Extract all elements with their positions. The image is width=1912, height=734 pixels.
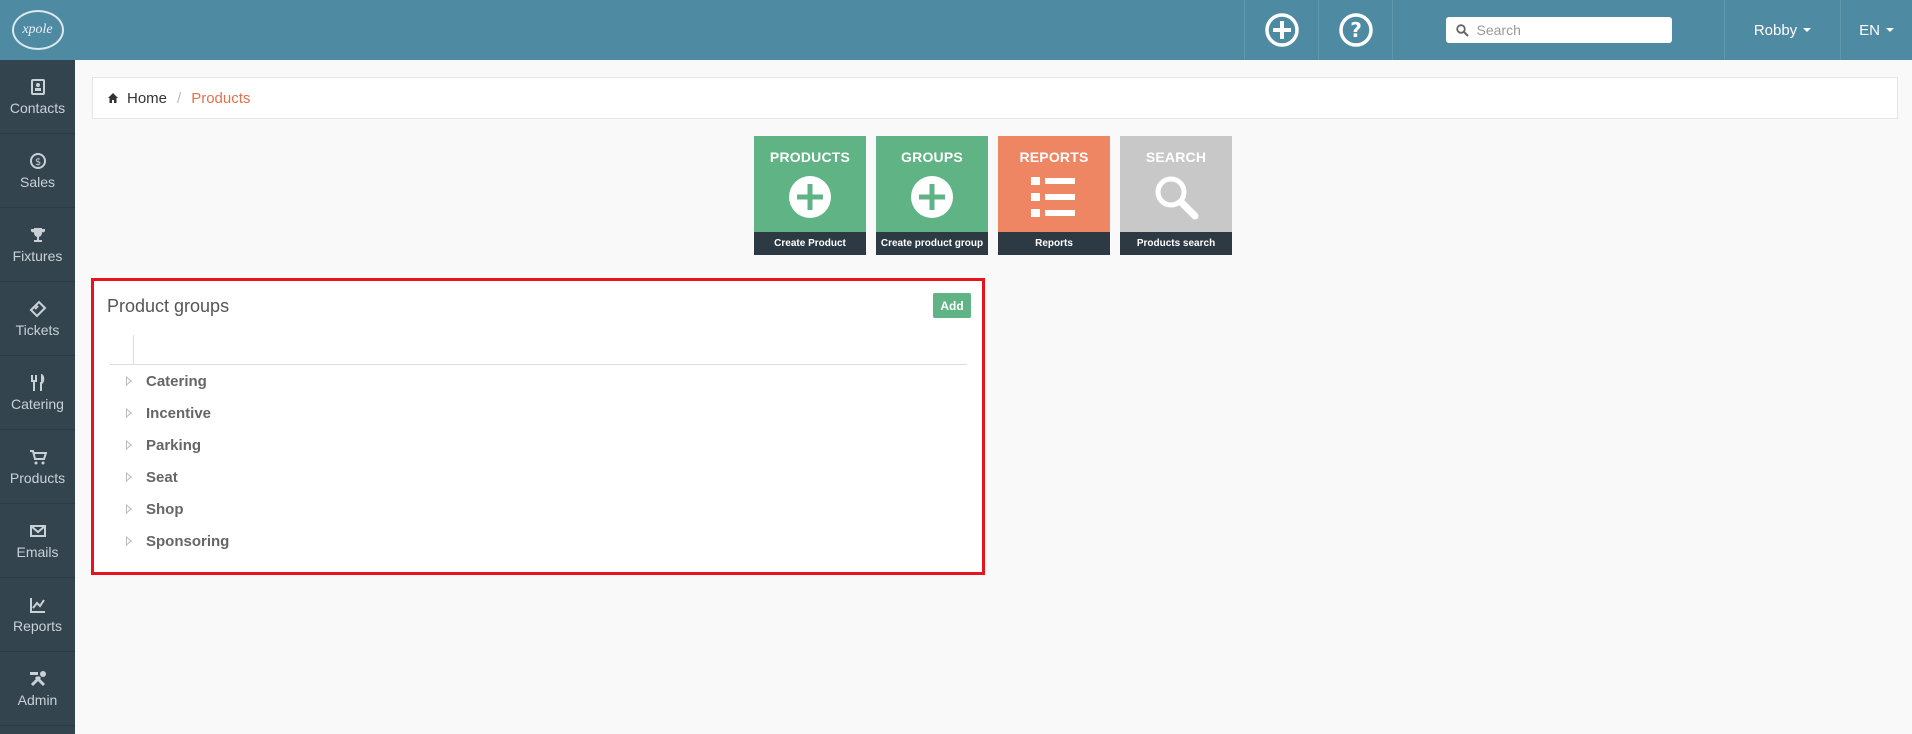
sidebar-item-label: Catering: [11, 395, 64, 412]
tile-title: PRODUCTS: [769, 149, 851, 165]
tile-reports[interactable]: REPORTS Reports: [998, 136, 1110, 255]
sidebar-item-label: Tickets: [15, 321, 60, 338]
tile-title: SEARCH: [1145, 149, 1207, 165]
sidebar-item-label: Admin: [17, 691, 58, 708]
breadcrumb: Home / Products: [92, 77, 1898, 119]
tree-item-label: Seat: [146, 468, 178, 486]
topbar-actions: ? Robby EN: [1244, 0, 1912, 60]
tree-item-catering[interactable]: Catering: [110, 365, 967, 397]
tree-item-parking[interactable]: Parking: [110, 429, 967, 461]
sidebar-item-label: Contacts: [9, 99, 66, 116]
chart-icon: [29, 596, 47, 614]
envelope-icon: [29, 522, 47, 540]
tree-item-incentive[interactable]: Incentive: [110, 397, 967, 429]
tree-item-label: Incentive: [146, 404, 212, 422]
expand-arrow-icon[interactable]: [126, 440, 132, 450]
language-menu[interactable]: EN: [1840, 0, 1912, 60]
panel-title: Product groups: [107, 296, 230, 316]
plus-circle-icon: [787, 174, 833, 220]
tree-header: [110, 335, 967, 365]
tree-item-label: Shop: [146, 500, 184, 518]
plus-circle-icon: [909, 174, 955, 220]
expand-arrow-icon[interactable]: [126, 504, 132, 514]
sidebar-item-reports[interactable]: Reports: [0, 578, 75, 652]
plus-circle-icon: [1264, 13, 1299, 47]
sidebar-item-label: Fixtures: [12, 247, 63, 264]
caret-down-icon: [1885, 28, 1894, 32]
list-icon: [1031, 174, 1077, 220]
sidebar-item-fixtures[interactable]: Fixtures: [0, 208, 75, 282]
sidebar-item-sales[interactable]: $ Sales: [0, 134, 75, 208]
tile-title: GROUPS: [901, 149, 963, 165]
contacts-icon: [29, 78, 47, 96]
breadcrumb-separator: /: [177, 89, 182, 107]
breadcrumb-home-label: Home: [127, 89, 168, 107]
sidebar-item-catering[interactable]: Catering: [0, 356, 75, 430]
expand-arrow-icon[interactable]: [126, 376, 132, 386]
tile-footer: Reports: [998, 232, 1110, 255]
sidebar-item-label: Reports: [12, 617, 63, 634]
help-button[interactable]: ?: [1318, 0, 1392, 60]
expand-arrow-icon[interactable]: [126, 408, 132, 418]
user-name: Robby: [1753, 21, 1798, 39]
sidebar-item-tickets[interactable]: Tickets: [0, 282, 75, 356]
search-icon: [1455, 23, 1469, 37]
cart-icon: [29, 448, 47, 466]
svg-text:?: ?: [1350, 18, 1362, 42]
search-area: [1392, 0, 1724, 60]
dollar-icon: $: [29, 152, 47, 170]
user-menu[interactable]: Robby: [1724, 0, 1840, 60]
expand-arrow-icon[interactable]: [126, 536, 132, 546]
expand-arrow-icon[interactable]: [126, 472, 132, 482]
search-input[interactable]: [1476, 22, 1657, 38]
tile-products[interactable]: PRODUCTS Create Product: [754, 136, 866, 255]
magnifier-icon: [1153, 174, 1199, 220]
sidebar-item-label: Products: [9, 469, 66, 486]
column-divider: [133, 335, 134, 365]
sidebar-item-label: Emails: [16, 543, 59, 560]
tile-footer: Create Product: [754, 232, 866, 255]
trophy-icon: [29, 226, 47, 244]
search-box[interactable]: [1445, 17, 1672, 43]
sidebar: xpole Contacts $ Sales Fixtures Tickets …: [0, 0, 75, 734]
sidebar-item-admin[interactable]: Admin: [0, 652, 75, 726]
caret-down-icon: [1803, 28, 1812, 32]
product-group-tree: Catering Incentive Parking Seat Shop Spo…: [110, 365, 967, 557]
tools-icon: [29, 670, 47, 688]
cutlery-icon: [29, 373, 47, 392]
tree-item-label: Parking: [146, 436, 202, 454]
topbar: ? Robby EN: [75, 0, 1912, 60]
quick-add-button[interactable]: [1244, 0, 1318, 60]
sidebar-item-contacts[interactable]: Contacts: [0, 60, 75, 134]
tile-groups[interactable]: GROUPS Create product group: [876, 136, 988, 255]
sidebar-item-label: Sales: [19, 173, 56, 190]
tile-footer: Products search: [1120, 232, 1232, 255]
tree-item-shop[interactable]: Shop: [110, 493, 967, 525]
breadcrumb-home[interactable]: Home: [107, 90, 167, 107]
language-code: EN: [1859, 21, 1880, 39]
ticket-icon: [29, 300, 47, 318]
tile-title: REPORTS: [1019, 149, 1089, 165]
product-groups-panel: Product groups Add Catering Incentive Pa…: [91, 278, 985, 575]
logo-mark: xpole: [11, 10, 64, 50]
tree-item-seat[interactable]: Seat: [110, 461, 967, 493]
tile-search[interactable]: SEARCH Products search: [1120, 136, 1232, 255]
add-group-button[interactable]: Add: [933, 293, 971, 318]
tree-item-label: Catering: [146, 372, 207, 390]
tree-item-sponsoring[interactable]: Sponsoring: [110, 525, 967, 557]
action-tiles: PRODUCTS Create Product GROUPS Create pr…: [754, 136, 1242, 255]
help-icon: ?: [1338, 13, 1373, 47]
app-logo[interactable]: xpole: [0, 0, 75, 60]
tile-footer: Create product group: [876, 232, 988, 255]
sidebar-item-emails[interactable]: Emails: [0, 504, 75, 578]
breadcrumb-current[interactable]: Products: [191, 90, 250, 107]
tree-item-label: Sponsoring: [146, 532, 230, 550]
svg-text:$: $: [34, 157, 40, 168]
home-icon: [108, 93, 118, 103]
sidebar-item-products[interactable]: Products: [0, 430, 75, 504]
